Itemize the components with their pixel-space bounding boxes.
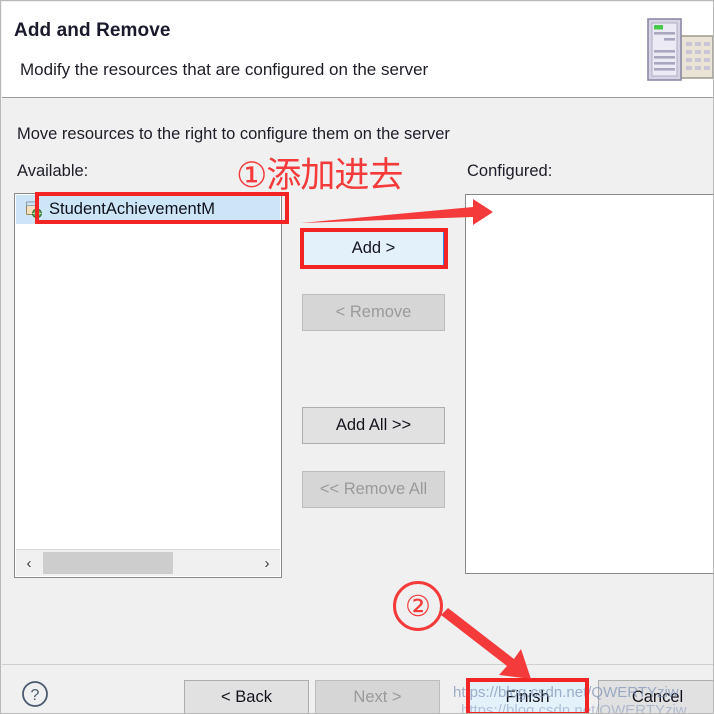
add-button[interactable]: Add > [302, 230, 445, 267]
configured-label: Configured: [467, 162, 553, 180]
list-item[interactable]: StudentAchievementM [16, 195, 280, 224]
back-button[interactable]: < Back [184, 680, 309, 713]
available-resources-list[interactable]: StudentAchievementM ‹ › [14, 193, 282, 578]
configured-resources-list[interactable] [465, 194, 713, 574]
remove-all-button[interactable]: << Remove All [302, 471, 445, 508]
scrollbar-thumb[interactable] [43, 552, 173, 574]
web-module-icon [24, 200, 43, 219]
annotation-step-one-text: ①添加进去 [236, 156, 403, 196]
horizontal-scrollbar[interactable]: ‹ › [16, 549, 280, 576]
page-title: Add and Remove [14, 20, 171, 41]
annotation-arrow-to-finish [441, 608, 531, 679]
next-button[interactable]: Next > [315, 680, 440, 713]
svg-text:?: ? [31, 687, 40, 704]
finish-button[interactable]: Finish [468, 680, 587, 713]
available-label: Available: [17, 162, 89, 180]
add-and-remove-dialog: Add and Remove Modify the resources that… [0, 0, 714, 714]
question-mark-icon[interactable]: ? [21, 680, 49, 708]
scroll-right-icon[interactable]: › [254, 550, 280, 576]
cancel-button[interactable]: Cancel [598, 680, 713, 713]
scroll-left-icon[interactable]: ‹ [16, 550, 42, 576]
wizard-header: Add and Remove Modify the resources that… [2, 2, 713, 98]
add-all-button[interactable]: Add All >> [302, 407, 445, 444]
footer-divider [2, 664, 713, 665]
server-tower-icon [647, 18, 713, 81]
remove-button[interactable]: < Remove [302, 294, 445, 331]
instruction-text: Move resources to the right to configure… [17, 125, 450, 143]
page-subtitle: Modify the resources that are configured… [20, 60, 429, 79]
annotation-step-two-marker: ② [393, 581, 443, 631]
list-item-label: StudentAchievementM [49, 200, 216, 218]
